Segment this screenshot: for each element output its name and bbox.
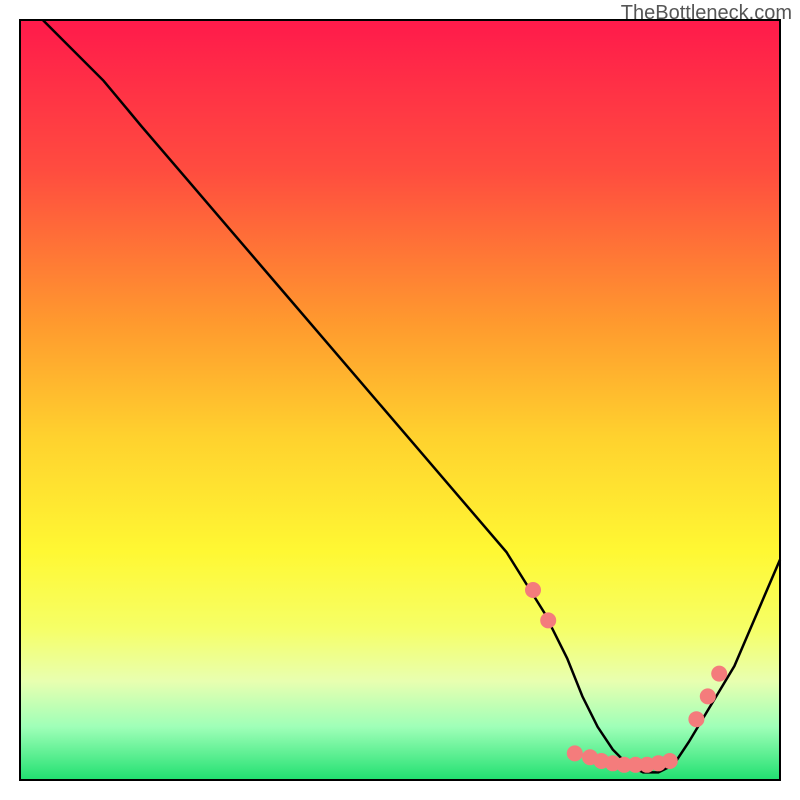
watermark-text: TheBottleneck.com — [621, 2, 792, 25]
plot-area — [20, 20, 780, 780]
marker-dot — [567, 745, 583, 761]
bottleneck-chart — [0, 0, 800, 800]
marker-dot — [662, 753, 678, 769]
marker-dot — [540, 612, 556, 628]
marker-dot — [700, 688, 716, 704]
marker-dot — [688, 711, 704, 727]
marker-dot — [525, 582, 541, 598]
chart-container: TheBottleneck.com — [0, 0, 800, 800]
plot-background — [20, 20, 780, 780]
marker-dot — [711, 666, 727, 682]
